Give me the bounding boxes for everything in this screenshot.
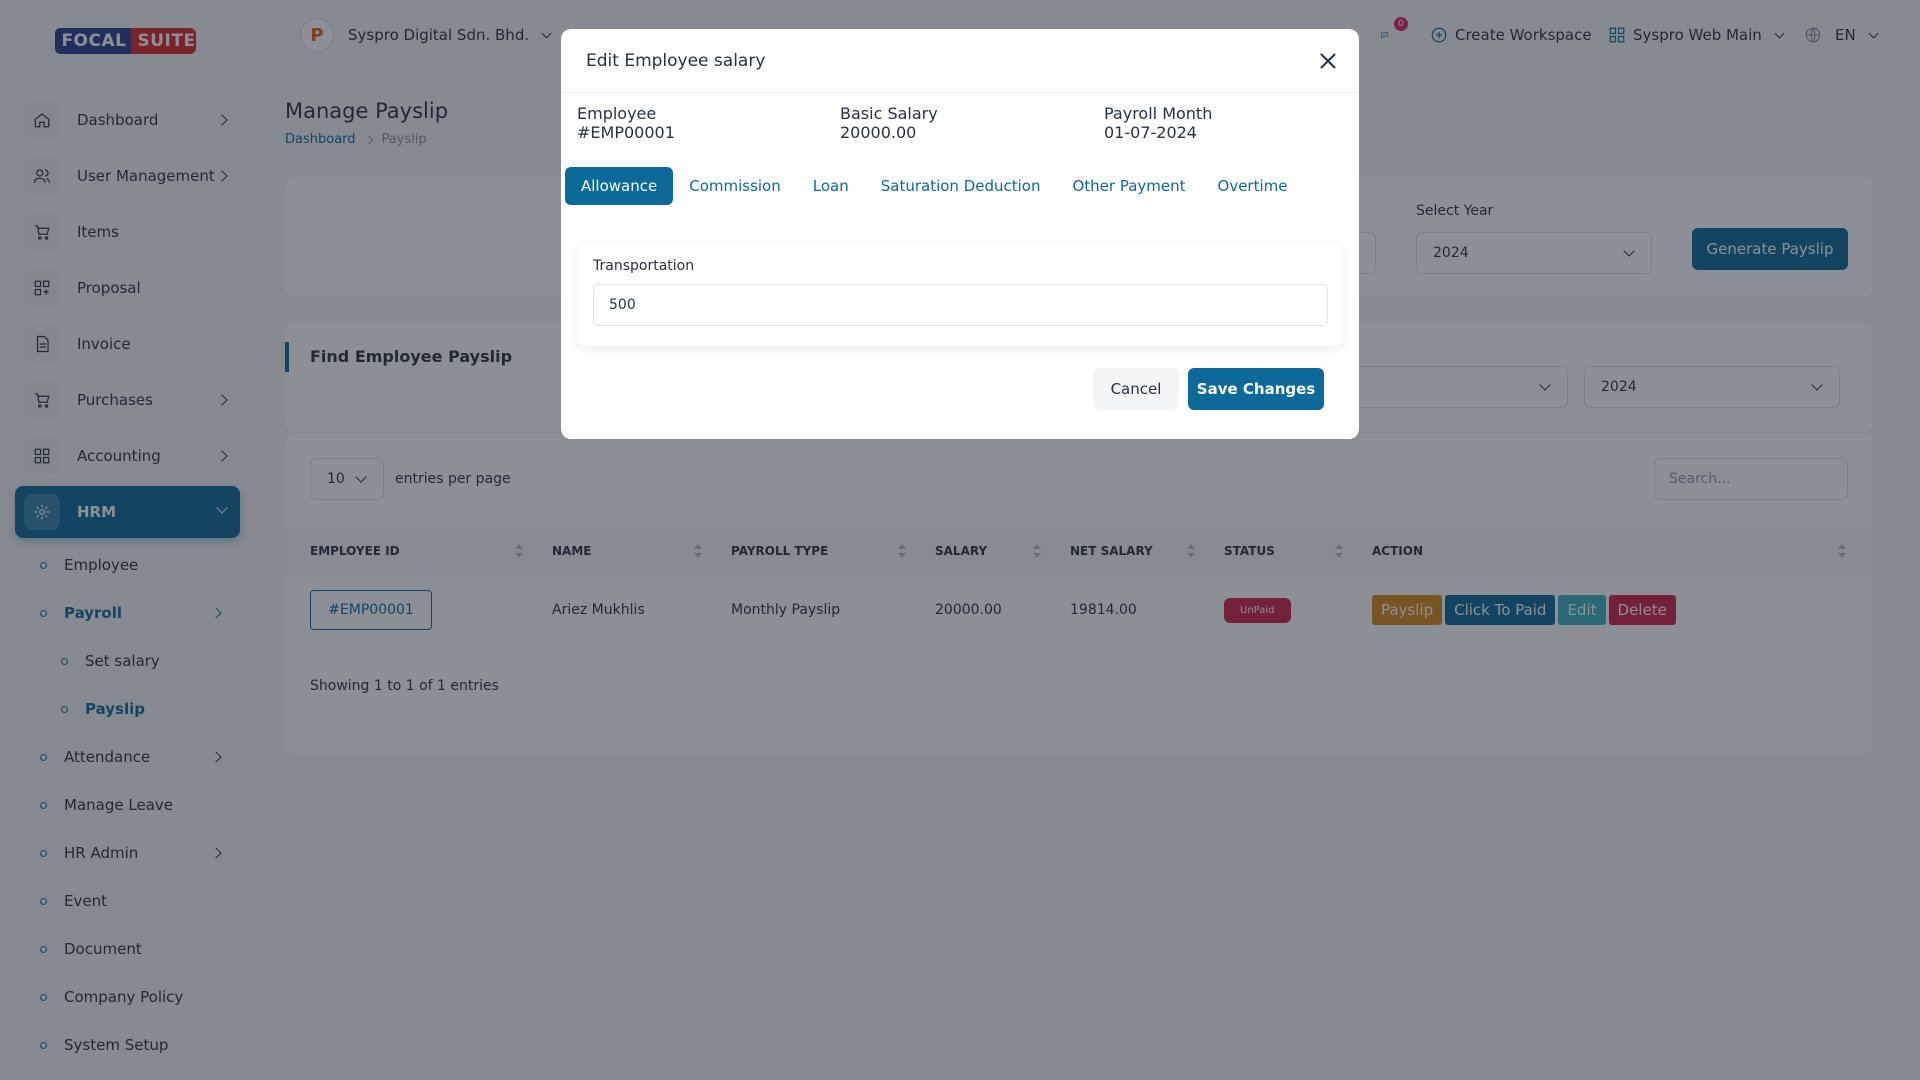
modal-title: Edit Employee salary xyxy=(586,51,766,71)
modal-header: Edit Employee salary xyxy=(561,29,1359,93)
edit-salary-modal: Edit Employee salary Employee #EMP00001 … xyxy=(561,29,1359,439)
cancel-button[interactable]: Cancel xyxy=(1093,368,1179,410)
payroll-month-label: Payroll Month xyxy=(1104,104,1213,123)
save-changes-button[interactable]: Save Changes xyxy=(1188,368,1324,410)
employee-label: Employee xyxy=(577,104,657,123)
tab-allowance[interactable]: Allowance xyxy=(565,167,674,205)
tab-other-payment[interactable]: Other Payment xyxy=(1056,167,1201,205)
tab-saturation-deduction[interactable]: Saturation Deduction xyxy=(865,167,1057,205)
payroll-month-info: Payroll Month 01-07-2024 xyxy=(1104,104,1212,142)
tab-overtime[interactable]: Overtime xyxy=(1202,167,1304,205)
close-icon[interactable] xyxy=(1318,51,1338,71)
tab-commission[interactable]: Commission xyxy=(673,167,797,205)
tab-loan[interactable]: Loan xyxy=(797,167,865,205)
salary-tabs: Allowance Commission Loan Saturation Ded… xyxy=(565,167,1303,205)
allowance-card: Transportation xyxy=(577,243,1343,346)
employee-value: #EMP00001 xyxy=(577,123,675,142)
basic-salary-value: 20000.00 xyxy=(840,123,917,142)
employee-info: Employee #EMP00001 xyxy=(577,104,675,142)
basic-salary-info: Basic Salary 20000.00 xyxy=(840,104,938,142)
payroll-month-value: 01-07-2024 xyxy=(1104,123,1197,142)
basic-salary-label: Basic Salary xyxy=(840,104,938,123)
transportation-label: Transportation xyxy=(593,258,695,274)
transportation-input[interactable] xyxy=(593,284,1328,326)
